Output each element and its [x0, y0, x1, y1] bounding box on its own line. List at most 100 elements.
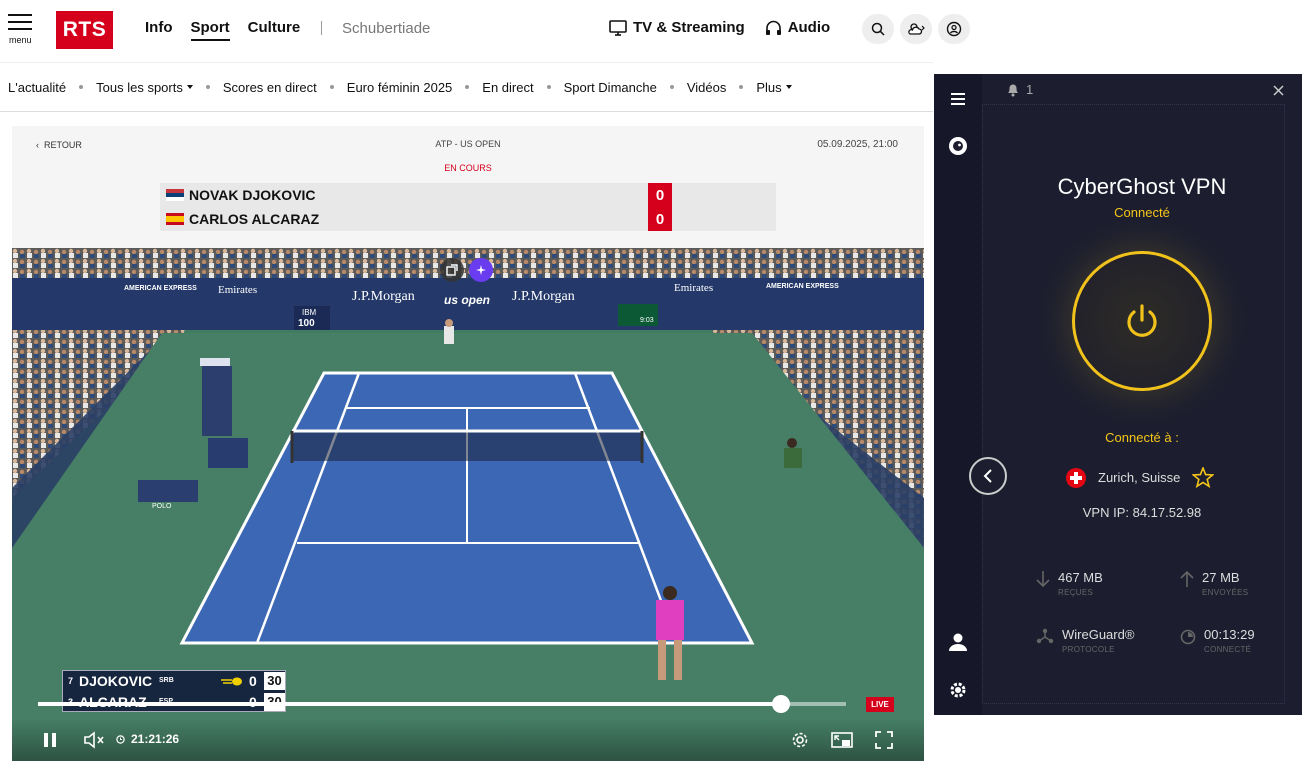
ad-amex-left: AMERICAN EXPRESS — [124, 285, 197, 292]
subnav-plus[interactable]: Plus — [756, 79, 792, 95]
subnav-scores[interactable]: Scores en direct — [223, 80, 317, 95]
fullscreen-button[interactable] — [872, 728, 896, 752]
stat-sent-label: ENVOYÉES — [1202, 588, 1249, 597]
close-icon — [1272, 84, 1284, 96]
vpn-app-title: CyberGhost VPN — [1057, 174, 1227, 199]
subnav-sport-dimanche[interactable]: Sport Dimanche — [564, 80, 657, 95]
serving-ball-icon — [221, 677, 242, 686]
main-nav: Info Sport Culture — [145, 19, 300, 41]
ad-usopen: us open — [444, 293, 490, 307]
picture-in-picture-button[interactable] — [830, 728, 854, 752]
vpn-home-button[interactable] — [946, 134, 970, 158]
vpn-window: 1 CyberGhost VPN Connecté Connecté à : Z… — [934, 74, 1302, 715]
stat-sent: 27 MB ENVOYÉES — [1180, 570, 1248, 597]
nav-divider — [321, 21, 322, 35]
subnav-tous-les-sports[interactable]: Tous les sports — [96, 80, 193, 95]
nav-schubertiade[interactable]: Schubertiade — [342, 20, 430, 37]
download-icon — [1036, 571, 1050, 588]
match-datetime: 05.09.2025, 21:00 — [817, 139, 898, 150]
scorebug-seed: 7 — [68, 676, 74, 686]
bell-icon — [1008, 84, 1018, 97]
player-name: NOVAK DJOKOVIC — [189, 187, 316, 203]
search-icon — [871, 22, 885, 36]
scorebug-points: 30 — [264, 672, 285, 690]
clock-icon — [116, 734, 125, 744]
nav-tv-streaming[interactable]: TV & Streaming — [609, 19, 745, 36]
playback-time: 21:21:26 — [116, 732, 179, 746]
subnav-euro[interactable]: Euro féminin 2025 — [347, 80, 453, 95]
vpn-power-button[interactable] — [1072, 251, 1212, 391]
nav-sport[interactable]: Sport — [190, 19, 230, 41]
ghost-icon — [949, 137, 967, 155]
weather-icon — [908, 23, 925, 35]
star-icon[interactable] — [1192, 467, 1215, 488]
account-button[interactable] — [938, 14, 970, 44]
video-player[interactable]: AMERICAN EXPRESS Emirates J.P.Morgan us … — [12, 248, 924, 761]
pause-button[interactable] — [38, 728, 62, 752]
power-icon — [1127, 304, 1157, 337]
switzerland-flag-icon — [1066, 467, 1086, 488]
sport-subnav: L'actualité Tous les sports Scores en di… — [0, 62, 933, 112]
menu-label: menu — [9, 35, 32, 45]
live-badge[interactable]: LIVE — [866, 697, 894, 712]
vpn-settings-button[interactable] — [946, 678, 970, 702]
settings-button[interactable] — [788, 728, 812, 752]
playback-time-text: 21:21:26 — [131, 732, 180, 746]
hamburger-icon — [8, 14, 36, 30]
gear-icon — [792, 732, 808, 748]
sparkle-icon — [476, 265, 486, 275]
fullscreen-icon — [875, 731, 893, 749]
tv-streaming-label: TV & Streaming — [633, 19, 745, 36]
tv-icon — [609, 19, 627, 36]
rts-logo[interactable]: RTS — [56, 11, 113, 49]
pause-icon — [44, 733, 56, 747]
stat-duration-value: 00:13:29 — [1204, 627, 1255, 642]
ai-sparkle-button[interactable] — [469, 258, 493, 282]
protocol-icon — [1036, 628, 1054, 644]
spain-flag-icon — [166, 213, 184, 225]
volume-muted-icon — [84, 731, 104, 749]
match-scoreboard: ‹ RETOUR ATP - US OPEN 05.09.2025, 21:00… — [12, 126, 924, 248]
subnav-plus-label: Plus — [756, 79, 782, 95]
stat-received: 467 MB REÇUES — [1036, 570, 1103, 597]
stat-duration-label: CONNECTÉ — [1204, 645, 1252, 654]
subnav-separator — [669, 85, 674, 89]
vpn-back-button[interactable] — [969, 457, 1007, 495]
player-row: NOVAK DJOKOVIC 0 — [160, 183, 776, 207]
scorebug-games: 0 — [249, 673, 257, 689]
header-actions — [862, 14, 970, 44]
seek-bar[interactable] — [38, 695, 846, 713]
subnav-actualite[interactable]: L'actualité — [8, 80, 66, 95]
menu-button[interactable]: menu — [8, 14, 36, 46]
vpn-ip: VPN IP: 84.17.52.98 — [1082, 505, 1202, 520]
stat-received-value: 467 MB — [1058, 570, 1103, 585]
ad-emirates-right: Emirates — [674, 282, 713, 294]
ad-amex-right: AMERICAN EXPRESS — [766, 283, 839, 290]
vpn-close-button[interactable] — [1270, 82, 1286, 98]
popout-button[interactable] — [440, 258, 464, 282]
vpn-account-button[interactable] — [946, 630, 970, 654]
chevron-left-icon — [983, 469, 992, 483]
subnav-en-direct[interactable]: En direct — [482, 80, 533, 95]
notifications-count: 1 — [1026, 82, 1034, 97]
subnav-separator — [329, 85, 334, 89]
ad-rolex-clock: 9:03 — [640, 317, 654, 324]
vpn-location[interactable]: Zurich, Suisse — [1066, 467, 1215, 488]
nav-audio[interactable]: Audio — [765, 19, 830, 36]
subnav-separator — [205, 85, 210, 89]
search-button[interactable] — [862, 14, 894, 44]
ad-ibm: IBM — [302, 308, 317, 317]
chevron-down-icon — [785, 85, 792, 89]
vpn-menu-button[interactable] — [946, 87, 970, 111]
weather-button[interactable] — [900, 14, 932, 44]
volume-button[interactable] — [82, 728, 106, 752]
player-name: CARLOS ALCARAZ — [189, 211, 320, 227]
seek-bar-fill — [38, 702, 782, 706]
nav-culture[interactable]: Culture — [248, 19, 301, 41]
screen: menu RTS Info Sport Culture Schubertiade… — [0, 0, 1316, 780]
notifications[interactable]: 1 — [1006, 82, 1033, 97]
ad-jpmorgan-left: J.P.Morgan — [352, 289, 415, 304]
subnav-videos[interactable]: Vidéos — [687, 80, 727, 95]
nav-info[interactable]: Info — [145, 19, 173, 41]
scorebug-row: 7 DJOKOVIC SRB 0 30 — [63, 671, 287, 692]
